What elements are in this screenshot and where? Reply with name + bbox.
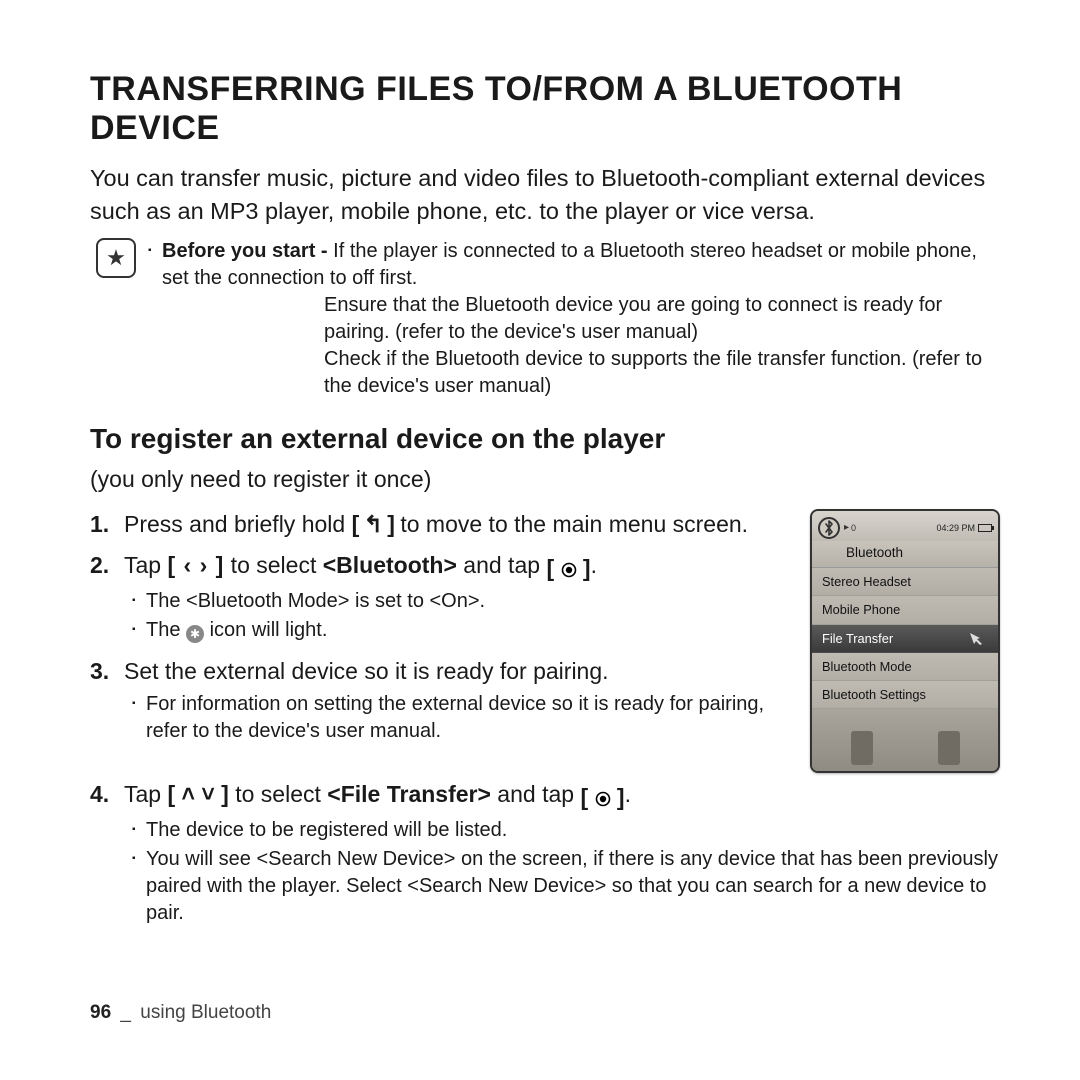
back-button-icon: [ ↰ ] [352, 511, 394, 537]
device-menu: Stereo HeadsetMobile PhoneFile TransferB… [812, 568, 998, 709]
device-time: 04:29 PM [936, 522, 975, 534]
page-number: 96 [90, 1002, 111, 1023]
sub-bullet: ▪The <Bluetooth Mode> is set to <On>. [132, 588, 788, 615]
lr-button-icon: [ ‹ › ] [167, 552, 224, 578]
subheading: To register an external device on the pl… [90, 420, 1000, 458]
steps-list-continued: Tap [ ˄ ˅ ] to select <File Transfer> an… [90, 779, 1000, 929]
footer-section: using Bluetooth [140, 1002, 271, 1023]
note-lead: Before you start - [162, 240, 333, 262]
steps-list: Press and briefly hold [ ↰ ] to move to … [90, 509, 788, 757]
device-menu-item[interactable]: Bluetooth Mode [812, 653, 998, 681]
sub-bullet: ▪The device to be registered will be lis… [132, 817, 1000, 844]
select-button-icon: [ ] [546, 553, 590, 584]
intro-text: You can transfer music, picture and vide… [90, 162, 1000, 228]
device-menu-item[interactable]: Bluetooth Settings [812, 681, 998, 709]
note-block: ★ ▪ Before you start - If the player is … [96, 238, 1000, 400]
step-3: Set the external device so it is ready f… [90, 656, 788, 747]
ud-button-icon: [ ˄ ˅ ] [167, 781, 228, 807]
status-left: ▸ 0 [844, 521, 932, 535]
page-footer: 96 _ using Bluetooth [90, 1000, 271, 1026]
step-4: Tap [ ˄ ˅ ] to select <File Transfer> an… [90, 779, 1000, 929]
select-button-icon: [ ] [580, 782, 624, 813]
sub-bullet: ▪You will see <Search New Device> on the… [132, 846, 1000, 927]
device-title: Bluetooth [812, 541, 998, 568]
bluetooth-inline-icon: ✱ [186, 625, 204, 643]
note-content: ▪ Before you start - If the player is co… [148, 238, 1000, 400]
device-menu-item[interactable]: Stereo Headset [812, 568, 998, 596]
status-right: 04:29 PM [936, 522, 992, 534]
page-title: TRANSFERRING FILES TO/FROM A BLUETOOTH D… [90, 70, 1000, 148]
star-icon: ★ [96, 238, 136, 278]
step-2: Tap [ ‹ › ] to select <Bluetooth> and ta… [90, 550, 788, 646]
device-speakers [812, 709, 998, 771]
step-1: Press and briefly hold [ ↰ ] to move to … [90, 509, 788, 540]
note-line-2: Ensure that the Bluetooth device you are… [148, 292, 1000, 346]
battery-icon [978, 524, 992, 532]
note-line-3: Check if the Bluetooth device to support… [148, 346, 1000, 400]
bluetooth-icon [818, 517, 840, 539]
footer-sep: _ [116, 1002, 135, 1023]
pointer-icon [968, 631, 990, 645]
sub-bullet: ▪The ✱ icon will light. [132, 617, 788, 644]
paren-text: (you only need to register it once) [90, 464, 1000, 495]
sub-bullet: ▪For information on setting the external… [132, 691, 788, 745]
device-mockup: ▸ 0 04:29 PM Bluetooth Stereo HeadsetMob… [810, 509, 1000, 774]
device-menu-item[interactable]: File Transfer [812, 625, 998, 653]
device-menu-item[interactable]: Mobile Phone [812, 596, 998, 624]
